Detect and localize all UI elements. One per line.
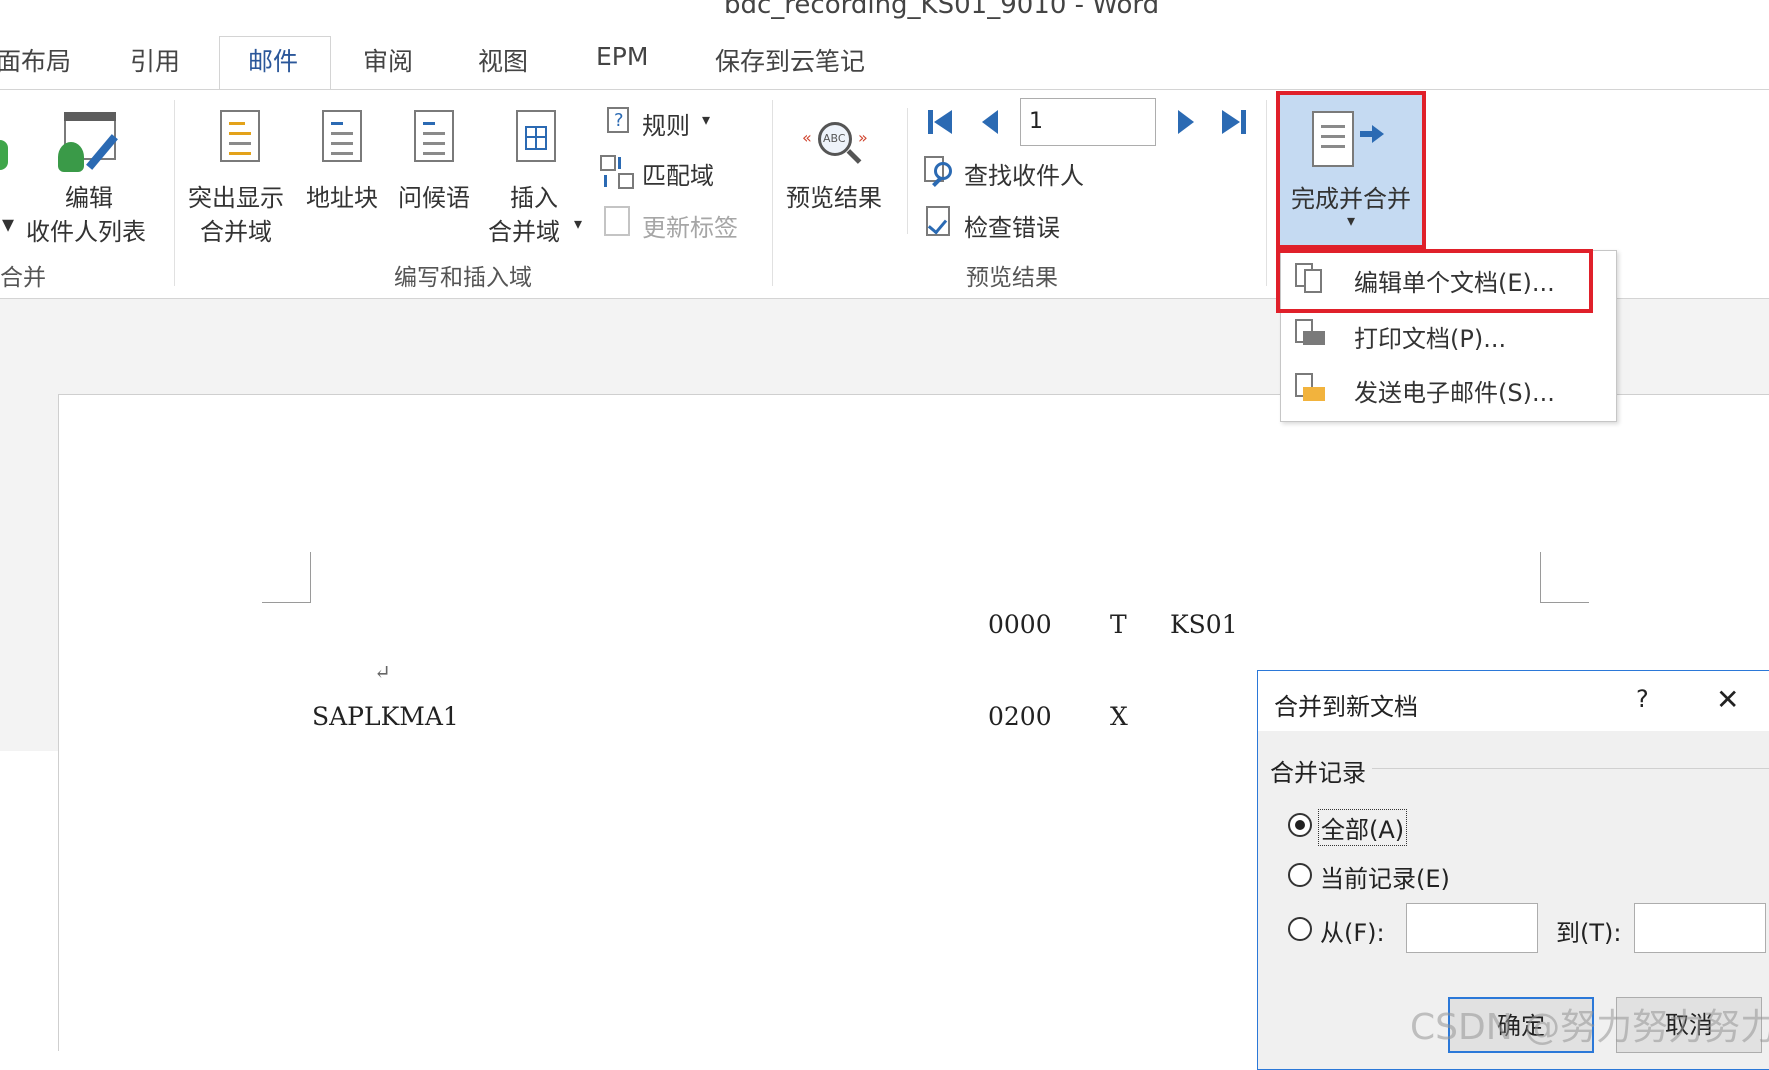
to-label: 到(T): [1556,919,1622,947]
last-record-icon[interactable] [1220,108,1250,136]
watermark: CSDN @努力努力努力_ [1410,1007,1769,1048]
partial-icon [0,140,8,170]
rules-question-icon: ? [614,110,624,131]
field-value[interactable]: 0200 [988,702,1052,731]
record-number-value: 1 [1029,109,1043,134]
finish-merge-icon [1312,111,1354,167]
print-documents-icon [1295,319,1325,349]
next-record-icon[interactable] [1176,108,1196,136]
edit-recipients-label-2[interactable]: 收件人列表 [26,212,146,247]
tab-epm[interactable]: EPM [596,42,648,71]
address-block-label[interactable]: 地址块 [306,178,378,213]
to-input[interactable] [1634,903,1766,953]
match-fields-icon[interactable] [600,155,634,189]
field-value[interactable]: SAPLKMA1 [312,702,459,731]
finish-merge-label: 完成并合并 [1291,185,1411,213]
greeting-line-label[interactable]: 问候语 [398,178,470,213]
window-title: bdc_recording_KS01_9010 - Word [724,0,1160,20]
group-separator [772,100,773,286]
tab-view[interactable]: 视图 [478,42,528,78]
insert-merge-field-icon[interactable] [516,110,556,162]
finish-merge-button[interactable]: 完成并合并 ▾ [1276,91,1426,249]
rules-arrow[interactable]: ▾ [702,110,710,129]
preview-results-icon[interactable]: ABC « » [800,118,874,170]
check-errors-icon[interactable] [926,206,954,238]
edit-recipients-label-1[interactable]: 编辑 [65,178,113,213]
menu-item-print-documents[interactable]: 打印文档(P)... [1281,307,1616,361]
section-divider [1372,768,1769,769]
greeting-line-icon[interactable] [414,110,454,162]
highlight-box [1276,249,1593,313]
dialog-title: 合并到新文档 [1274,693,1418,721]
group-separator [1266,100,1267,286]
edit-recipients-dropdown-arrow[interactable]: ▾ [2,210,14,238]
insert-merge-field-arrow[interactable]: ▾ [574,214,582,233]
update-labels-label: 更新标签 [642,214,738,242]
first-record-icon[interactable] [926,108,956,136]
menu-item-label: 打印文档(P)... [1354,325,1507,353]
insert-merge-field-label-2[interactable]: 合并域 [488,212,560,247]
finish-merge-arrow: ▾ [1346,211,1356,230]
tab-references[interactable]: 引用 [130,42,180,78]
menu-item-send-email[interactable]: 发送电子邮件(S)... [1281,361,1616,415]
crop-mark-top-right [1540,552,1589,603]
radio-all[interactable] [1288,813,1312,837]
field-value[interactable]: KS01 [1170,610,1238,639]
check-errors-label[interactable]: 检查错误 [964,208,1060,243]
find-recipient-label[interactable]: 查找收件人 [964,156,1084,191]
crop-mark-top-left [262,552,311,603]
radio-from[interactable] [1288,917,1312,941]
field-value[interactable]: T [1110,610,1127,639]
highlight-fields-icon[interactable] [220,110,260,162]
tab-review[interactable]: 审阅 [363,42,413,78]
preview-results-label[interactable]: 预览结果 [786,178,882,213]
close-icon[interactable]: ✕ [1716,683,1739,716]
radio-current-record[interactable] [1288,863,1312,887]
ribbon-tabs: 面布局 引用 邮件 审阅 视图 EPM 保存到云笔记 [0,32,1769,94]
radio-from-label[interactable]: 从(F): [1320,913,1385,948]
merge-records-section: 合并记录 [1270,759,1366,787]
send-email-icon [1295,373,1325,403]
match-fields-label[interactable]: 匹配域 [642,156,714,191]
group-separator [907,108,908,234]
from-input[interactable] [1406,903,1538,953]
rules-label[interactable]: 规则 [642,106,690,141]
tab-mailings[interactable]: 邮件 [219,36,331,94]
tab-layout[interactable]: 面布局 [0,42,71,78]
menu-item-label: 发送电子邮件(S)... [1354,379,1555,407]
address-block-icon[interactable] [322,110,362,162]
record-number-input[interactable]: 1 [1020,98,1156,146]
dialog-header: 合并到新文档 ? ✕ [1258,671,1769,731]
update-labels-icon [604,206,630,236]
recipient-list-icon[interactable] [58,112,122,174]
group-label-write-insert: 编写和插入域 [394,265,532,291]
group-label-start: 合并 [0,265,46,291]
radio-all-label[interactable]: 全部(A) [1318,809,1408,846]
help-button[interactable]: ? [1636,685,1649,713]
find-recipient-icon[interactable] [924,156,958,190]
highlight-fields-label-2[interactable]: 合并域 [200,212,272,247]
field-value[interactable]: X [1110,702,1128,731]
title-bar: bdc_recording_KS01_9010 - Word [0,0,1769,22]
group-separator [174,100,175,286]
insert-merge-field-label-1[interactable]: 插入 [510,178,558,213]
tab-save-cloud-note[interactable]: 保存到云笔记 [715,42,865,78]
radio-current-record-label[interactable]: 当前记录(E) [1320,859,1450,894]
group-label-preview: 预览结果 [966,265,1058,291]
previous-record-icon[interactable] [982,108,1002,136]
field-value[interactable]: 0000 [988,610,1052,639]
highlight-fields-label-1[interactable]: 突出显示 [188,178,284,213]
paragraph-mark: ↵ [374,660,391,684]
